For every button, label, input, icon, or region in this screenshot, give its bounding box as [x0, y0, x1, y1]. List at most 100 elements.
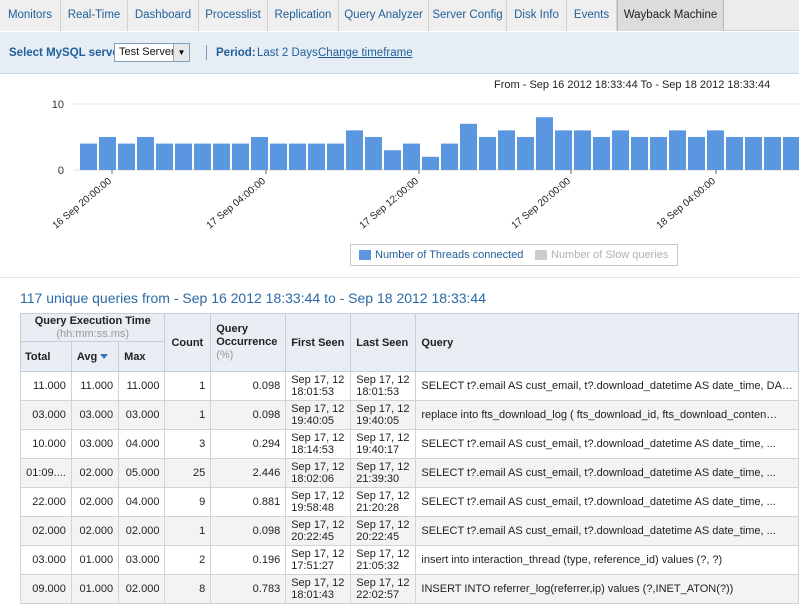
table-row[interactable]: 11.000 11.000 11.000 1 0.098 Sep 17, 12 18:01:…: [20, 371, 799, 401]
bar[interactable]: [289, 143, 306, 170]
bar[interactable]: [346, 130, 363, 170]
tab-disk-info[interactable]: Disk Info: [507, 0, 567, 31]
bar[interactable]: [403, 143, 420, 170]
legend-slow[interactable]: Number of Slow queries: [551, 249, 668, 261]
bar[interactable]: [612, 130, 629, 170]
bar[interactable]: [574, 130, 591, 170]
cell-avg: 01.000: [70, 574, 120, 604]
bar[interactable]: [555, 130, 572, 170]
cell-query[interactable]: replace into fts_download_log ( fts_down…: [415, 400, 799, 430]
chevron-down-icon[interactable]: ▼: [173, 44, 189, 61]
bar[interactable]: [517, 137, 534, 170]
header-max[interactable]: Max: [118, 341, 166, 372]
header-avg[interactable]: Avg: [70, 341, 120, 372]
bar[interactable]: [726, 137, 743, 170]
tab-processlist[interactable]: Processlist: [199, 0, 268, 31]
table-row[interactable]: 22.000 02.000 04.000 9 0.881 Sep 17, 12 19:58:…: [20, 487, 799, 517]
cell-query[interactable]: insert into interaction_thread (type, re…: [415, 545, 799, 575]
bar[interactable]: [194, 143, 211, 170]
bar[interactable]: [783, 137, 799, 170]
bar[interactable]: [764, 137, 781, 170]
bar[interactable]: [80, 143, 97, 170]
bar[interactable]: [137, 137, 154, 170]
header-query-occurrence[interactable]: Query Occurrence (%): [210, 313, 287, 372]
date-text: Sep 17, 12: [291, 490, 345, 502]
bar[interactable]: [156, 143, 173, 170]
server-select[interactable]: Test Server ▼: [114, 43, 190, 62]
cell-occurrence: 0.098: [210, 371, 287, 401]
table-row[interactable]: 03.000 01.000 03.000 2 0.196 Sep 17, 12 17:51:…: [20, 545, 799, 575]
table-row[interactable]: 03.000 03.000 03.000 1 0.098 Sep 17, 12 19:40:…: [20, 400, 799, 430]
bar[interactable]: [669, 130, 686, 170]
bar[interactable]: [99, 137, 116, 170]
header-count[interactable]: Count: [164, 313, 212, 372]
cell-count: 9: [164, 487, 212, 517]
bar[interactable]: [460, 123, 477, 170]
divider: [0, 277, 799, 278]
header-total[interactable]: Total: [20, 341, 72, 372]
cell-query[interactable]: SELECT t?.email AS cust_email, t?.downlo…: [415, 516, 799, 546]
cell-max: 02.000: [118, 516, 166, 546]
bar[interactable]: [384, 150, 401, 170]
cell-avg: 11.000: [70, 371, 120, 401]
bar[interactable]: [365, 137, 382, 170]
cell-query[interactable]: SELECT t?.email AS cust_email, t?.downlo…: [415, 429, 799, 459]
bar[interactable]: [175, 143, 192, 170]
cell-occurrence: 0.294: [210, 429, 287, 459]
cell-count: 1: [164, 516, 212, 546]
table-row[interactable]: 01:09.... 02.000 05.000 25 2.446 Sep 17, 12 18…: [20, 458, 799, 488]
bar[interactable]: [707, 130, 724, 170]
bar[interactable]: [270, 143, 287, 170]
cell-max: 04.000: [118, 487, 166, 517]
cell-first-seen: Sep 17, 12 18:01:43: [285, 574, 352, 604]
cell-first-seen: Sep 17, 12 18:01:53: [285, 371, 352, 401]
bar[interactable]: [232, 143, 249, 170]
cell-query[interactable]: SELECT t?.email AS cust_email, t?.downlo…: [415, 371, 799, 401]
table-row[interactable]: 09.000 01.000 02.000 8 0.783 Sep 17, 12 18:01:…: [20, 574, 799, 604]
bar[interactable]: [213, 143, 230, 170]
bar[interactable]: [536, 117, 553, 170]
time-text: 19:40:05: [291, 415, 335, 427]
table-row[interactable]: 10.000 03.000 04.000 3 0.294 Sep 17, 12 18:14:…: [20, 429, 799, 459]
server-label: Select MySQL server: [9, 47, 124, 59]
bar[interactable]: [327, 143, 344, 170]
bar[interactable]: [650, 137, 667, 170]
tab-query-analyzer[interactable]: Query Analyzer: [339, 0, 429, 31]
cell-query[interactable]: SELECT t?.email AS cust_email, t?.downlo…: [415, 487, 799, 517]
table-row[interactable]: 02.000 02.000 02.000 1 0.098 Sep 17, 12 20:22:…: [20, 516, 799, 546]
time-text: 18:14:53: [291, 444, 335, 456]
bar[interactable]: [745, 137, 762, 170]
time-text: 18:02:06: [291, 473, 335, 485]
cell-first-seen: Sep 17, 12 19:40:05: [285, 400, 352, 430]
tab-real-time[interactable]: Real-Time: [61, 0, 128, 31]
cell-count: 1: [164, 371, 212, 401]
bar[interactable]: [688, 137, 705, 170]
cell-total: 02.000: [20, 516, 72, 546]
cell-query[interactable]: SELECT t?.email AS cust_email, t?.downlo…: [415, 458, 799, 488]
tab-monitors[interactable]: Monitors: [0, 0, 61, 31]
bar[interactable]: [251, 137, 268, 170]
tab-wayback-machine[interactable]: Wayback Machine: [617, 0, 724, 31]
bar[interactable]: [422, 156, 439, 170]
header-query[interactable]: Query: [415, 313, 799, 372]
date-text: Sep 17, 12: [356, 548, 410, 560]
bar[interactable]: [441, 143, 458, 170]
date-text: Sep 17, 12: [356, 403, 410, 415]
header-first-seen[interactable]: First Seen: [285, 313, 352, 372]
change-timeframe-link[interactable]: Change timeframe: [318, 47, 413, 59]
tab-events[interactable]: Events: [567, 0, 617, 31]
bar[interactable]: [593, 137, 610, 170]
bar[interactable]: [118, 143, 135, 170]
cell-occurrence: 0.783: [210, 574, 287, 604]
tab-replication[interactable]: Replication: [268, 0, 339, 31]
bar[interactable]: [631, 137, 648, 170]
bar[interactable]: [308, 143, 325, 170]
tab-dashboard[interactable]: Dashboard: [128, 0, 199, 31]
cell-query[interactable]: INSERT INTO referrer_log(referrer,ip) va…: [415, 574, 799, 604]
header-last-seen[interactable]: Last Seen: [350, 313, 417, 372]
bar[interactable]: [479, 137, 496, 170]
tab-server-config[interactable]: Server Config: [429, 0, 507, 31]
legend-threads[interactable]: Number of Threads connected: [375, 249, 523, 261]
bar[interactable]: [498, 130, 515, 170]
cell-occurrence: 0.881: [210, 487, 287, 517]
